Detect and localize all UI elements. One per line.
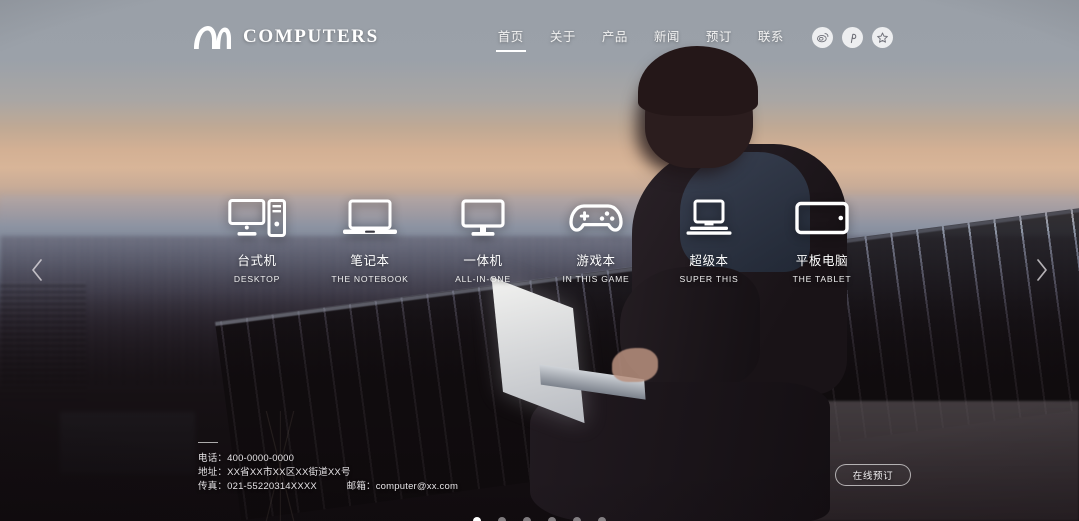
nav-item-booking[interactable]: 预订 (704, 23, 734, 52)
contact-fax: 传真：021-55220314XXXX (198, 481, 317, 492)
category-label-cn: 台式机 (237, 254, 277, 268)
category-desktop[interactable]: 台式机 DESKTOP (201, 192, 314, 284)
brand-logo[interactable]: COMPUTERS (192, 24, 379, 50)
hero-banner: COMPUTERS 首页 关于 产品 新闻 预订 联系 台式机 DESKTOP … (0, 0, 1079, 521)
category-label-cn: 平板电脑 (795, 254, 849, 268)
desktop-icon (228, 192, 286, 238)
category-all-in-one[interactable]: 一体机 ALL-IN-ONE (427, 192, 540, 284)
pinterest-icon[interactable] (842, 26, 863, 48)
gamepad-icon (567, 192, 625, 238)
ultrabook-icon (680, 192, 738, 238)
star-badge-icon[interactable] (872, 26, 893, 48)
person-silhouette (530, 46, 930, 521)
product-category-row: 台式机 DESKTOP 笔记本 THE NOTEBOOK 一体机 ALL-IN-… (0, 192, 1079, 284)
nav-item-about[interactable]: 关于 (548, 23, 578, 52)
category-label-en: SUPER THIS (679, 274, 739, 284)
category-label-cn: 游戏本 (576, 254, 616, 268)
brand-name: COMPUTERS (243, 26, 379, 47)
main-navigation: 首页 关于 产品 新闻 预订 联系 (495, 23, 786, 52)
category-label-en: THE NOTEBOOK (331, 274, 409, 284)
category-label-cn: 笔记本 (350, 254, 390, 268)
nav-item-contact[interactable]: 联系 (756, 23, 786, 52)
arch-m-logo-icon (192, 24, 232, 50)
carousel-dot[interactable] (573, 517, 581, 521)
nav-item-news[interactable]: 新闻 (652, 23, 682, 52)
nav-item-home[interactable]: 首页 (495, 23, 526, 52)
notebook-icon (341, 192, 399, 238)
category-ultrabook[interactable]: 超级本 SUPER THIS (653, 192, 766, 284)
carousel-dot[interactable] (498, 517, 506, 521)
tablet-icon (793, 192, 851, 238)
category-label-en: THE TABLET (792, 274, 852, 284)
nav-item-products[interactable]: 产品 (600, 23, 630, 52)
chevron-left-icon[interactable] (22, 255, 52, 285)
social-links (812, 26, 893, 48)
contact-fax-email: 传真：021-55220314XXXX 邮箱：computer@xx.com (198, 480, 458, 494)
online-booking-button[interactable]: 在线预订 (835, 464, 911, 486)
carousel-dots (0, 517, 1079, 521)
carousel-dot[interactable] (598, 517, 606, 521)
chevron-right-icon[interactable] (1027, 255, 1057, 285)
category-label-cn: 超级本 (689, 254, 729, 268)
contact-email: 邮箱：computer@xx.com (346, 481, 459, 492)
contact-info: 电话：400-0000-0000 地址：XX省XX市XX区XX街道XX号 传真：… (198, 442, 458, 494)
contact-phone: 电话：400-0000-0000 (198, 453, 295, 464)
contact-divider (198, 442, 218, 443)
category-label-en: ALL-IN-ONE (455, 274, 511, 284)
category-notebook[interactable]: 笔记本 THE NOTEBOOK (314, 192, 427, 284)
person-hand (612, 348, 658, 382)
weibo-icon[interactable] (812, 26, 833, 48)
contact-address: 地址：XX省XX市XX区XX街道XX号 (198, 467, 351, 478)
carousel-dot[interactable] (548, 517, 556, 521)
category-tablet[interactable]: 平板电脑 THE TABLET (766, 192, 879, 284)
site-header: COMPUTERS 首页 关于 产品 新闻 预订 联系 (0, 0, 1079, 74)
category-gaming[interactable]: 游戏本 IN THIS GAME (540, 192, 653, 284)
category-label-en: IN THIS GAME (562, 274, 630, 284)
category-label-en: DESKTOP (233, 274, 281, 284)
category-label-cn: 一体机 (463, 254, 503, 268)
carousel-dot[interactable] (523, 517, 531, 521)
all-in-one-icon (454, 192, 512, 238)
carousel-dot[interactable] (473, 517, 481, 521)
